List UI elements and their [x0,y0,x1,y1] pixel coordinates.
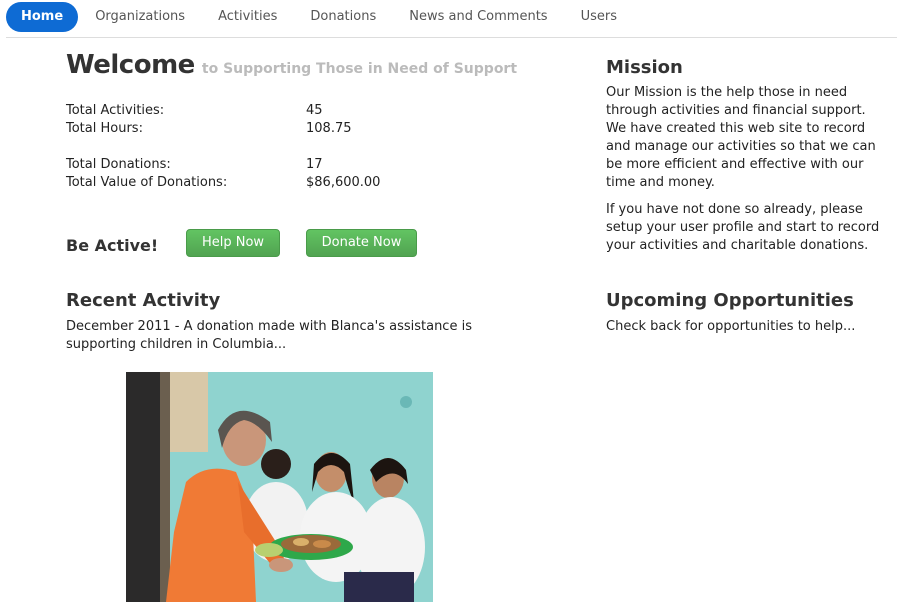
donate-now-button[interactable]: Donate Now [306,229,417,257]
recent-activity-photo [126,372,433,602]
nav-news-and-comments[interactable]: News and Comments [393,2,563,32]
photo-illustration [126,372,433,602]
nav-donations[interactable]: Donations [294,2,392,32]
nav-users[interactable]: Users [565,2,633,32]
stat-value: 45 [306,103,323,118]
help-now-button[interactable]: Help Now [186,229,280,257]
stat-value: 108.75 [306,121,352,136]
stat-value: $86,600.00 [306,175,381,190]
nav-list: Home Organizations Activities Donations … [6,2,897,37]
mission-paragraph-profile: If you have not done so already, please … [606,202,880,253]
be-active-label: Be Active! [66,236,159,255]
stat-label: Total Activities: [66,103,165,118]
page-title: Welcome to Supporting Those in Need of S… [66,50,517,80]
nav-activities[interactable]: Activities [202,2,293,32]
nav-organizations[interactable]: Organizations [79,2,201,32]
welcome-title: Welcome [66,50,195,80]
welcome-subtitle: to Supporting Those in Need of Support [201,61,518,77]
stat-label: Total Value of Donations: [66,175,228,190]
recent-activity-text: December 2011 - A donation made with Bla… [66,319,472,352]
nav-home[interactable]: Home [6,2,79,32]
recent-activity-heading: Recent Activity [66,290,221,311]
upcoming-opportunities-text: Check back for opportunities to help... [606,319,856,334]
mission-heading: Mission [606,57,683,78]
main-nav: Home Organizations Activities Donations … [6,2,897,38]
stat-label: Total Donations: [66,157,171,172]
stat-value: 17 [306,157,323,172]
stat-label: Total Hours: [66,121,143,136]
upcoming-opportunities-heading: Upcoming Opportunities [606,290,854,311]
mission-paragraph: Our Mission is the help those in need th… [606,85,876,190]
